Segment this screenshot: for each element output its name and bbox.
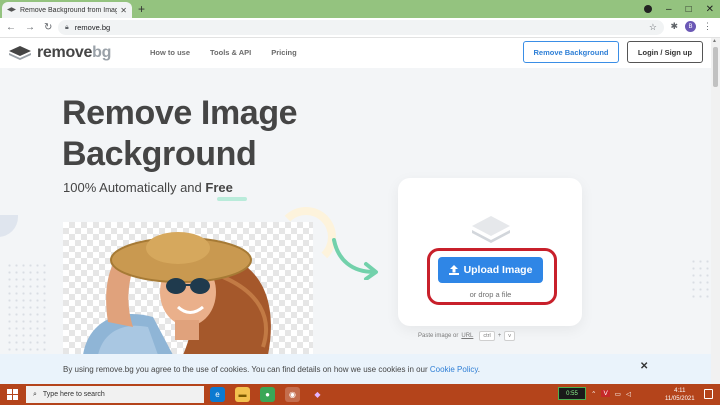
free-underline (217, 197, 247, 201)
forward-arrow-icon[interactable]: → (25, 22, 35, 33)
layers-icon (472, 216, 510, 243)
close-window-icon[interactable]: ✕ (706, 4, 714, 15)
nav-how-to-use[interactable]: How to use (150, 48, 190, 57)
battery-indicator[interactable]: 0:55 (558, 387, 586, 400)
tray-chevron-icon[interactable]: ⌃ (591, 390, 596, 398)
green-arrow-icon (332, 238, 378, 280)
windows-taskbar: ⌕ Type here to search e ▬ ● ◉ ◆ 0:55 ⌃ V… (0, 384, 720, 405)
nav-pricing[interactable]: Pricing (271, 48, 296, 57)
taskbar-search[interactable]: ⌕ Type here to search (26, 386, 204, 403)
annotation-highlight-ring (427, 248, 557, 305)
notifications-icon[interactable] (704, 389, 713, 399)
logo-mark-icon (9, 46, 31, 60)
browser-toolbar: ← → ↻ 🔒︎ remove.bg ☆ ✱ B ⋮ (0, 18, 720, 38)
cookie-text: By using remove.bg you agree to the use … (63, 365, 481, 374)
decorative-dots (6, 262, 46, 352)
hero-subtitle: 100% Automatically and Free (63, 180, 233, 195)
chrome-active-icon[interactable]: ◉ (285, 387, 300, 402)
kbd-v: v (504, 331, 515, 341)
decorative-shape (0, 215, 18, 237)
antivirus-icon[interactable]: V (601, 390, 610, 397)
edge-icon[interactable]: e (210, 387, 225, 402)
media-indicator-icon[interactable] (644, 5, 652, 13)
logo-text: removebg (37, 44, 112, 61)
tab-close-icon[interactable]: ✕ (120, 6, 127, 15)
nav-tools-api[interactable]: Tools & API (210, 48, 251, 57)
scroll-up-arrow-icon[interactable]: ▲ (712, 38, 717, 44)
taskbar-clock[interactable]: 4:11 11/05/2021 (665, 387, 695, 403)
removebg-logo[interactable]: removebg (9, 44, 111, 62)
volume-icon[interactable]: ◁ (626, 390, 631, 398)
bookmark-star-icon[interactable]: ☆ (649, 22, 657, 33)
extensions-icon[interactable]: ✱ (670, 21, 678, 32)
woman-in-hat-illustration (83, 232, 271, 355)
kbd-plus: + (497, 333, 502, 339)
new-tab-button[interactable]: + (138, 2, 145, 16)
scrollbar-thumb[interactable] (713, 47, 718, 87)
cookie-policy-link[interactable]: Cookie Policy (430, 365, 478, 374)
cookie-close-icon[interactable]: ✕ (640, 361, 648, 372)
paste-url-link[interactable]: URL (461, 333, 473, 339)
hero-title-line2: Background (62, 135, 257, 173)
browser-menu-icon[interactable]: ⋮ (703, 21, 712, 32)
chrome-icon[interactable]: ● (260, 387, 275, 402)
search-icon: ⌕ (33, 390, 37, 398)
hero-title: Remove Image Background (62, 93, 298, 175)
free-highlight: Free (205, 180, 233, 195)
file-explorer-icon[interactable]: ▬ (235, 387, 250, 402)
cookie-banner: By using remove.bg you agree to the use … (0, 354, 711, 384)
profile-avatar[interactable]: B (685, 21, 696, 32)
taskbar-search-placeholder: Type here to search (42, 391, 105, 398)
tab-title: Remove Background from Image (20, 6, 118, 14)
removebg-favicon-icon (7, 7, 16, 12)
decorative-dots-right (690, 258, 710, 298)
lock-icon[interactable]: 🔒︎ (65, 24, 69, 32)
address-bar[interactable]: 🔒︎ remove.bg ☆ (58, 20, 664, 35)
clock-date: 11/05/2021 (665, 396, 695, 402)
maximize-icon[interactable]: □ (686, 4, 692, 15)
windows-start-icon[interactable] (7, 389, 18, 400)
remove-background-button[interactable]: Remove Background (523, 41, 619, 63)
reload-icon[interactable]: ↻ (44, 22, 52, 33)
example-photo (63, 222, 313, 355)
browser-tab-bar: Remove Background from Image ✕ + – □ ✕ (0, 0, 720, 18)
browser-tab[interactable]: Remove Background from Image ✕ (2, 2, 132, 18)
hero-title-line1: Remove Image (62, 94, 298, 132)
login-signup-button[interactable]: Login / Sign up (627, 41, 703, 63)
app-icon[interactable]: ◆ (310, 387, 325, 402)
kbd-ctrl: ctrl (479, 331, 495, 341)
back-arrow-icon[interactable]: ← (6, 22, 16, 33)
paste-hint: Paste image or URL ctrl + v (418, 331, 568, 341)
clock-time: 4:11 (674, 388, 686, 394)
network-icon[interactable]: ▭ (615, 390, 621, 398)
address-url: remove.bg (74, 23, 111, 32)
minimize-icon[interactable]: – (666, 4, 672, 15)
site-header: removebg How to use Tools & API Pricing … (0, 38, 711, 68)
page-scrollbar[interactable] (711, 38, 720, 384)
main-nav: How to use Tools & API Pricing (150, 48, 297, 57)
